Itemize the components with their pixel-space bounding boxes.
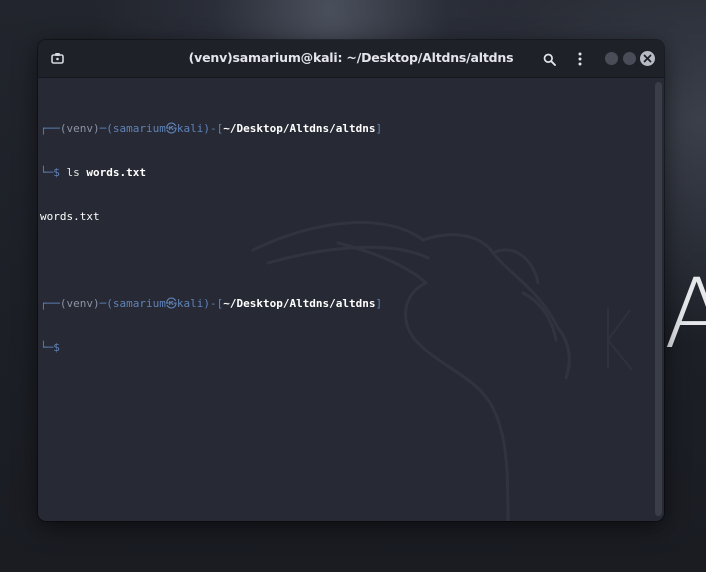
desktop: A (venv)samarium@kali: ~/Desktop/Altdns/… <box>0 0 706 572</box>
terminal-scrollbar[interactable] <box>655 82 662 516</box>
terminal-output: ┌──(venv)─(samarium㉿kali)-[~/Desktop/Alt… <box>40 93 382 385</box>
prompt-symbol: $ <box>53 165 60 179</box>
command-output: words.txt <box>40 209 100 223</box>
terminal-window[interactable]: (venv)samarium@kali: ~/Desktop/Altdns/al… <box>38 40 664 521</box>
current-path: ~/Desktop/Altdns/altdns <box>223 297 376 311</box>
prompt-frame: ┌── <box>40 297 60 311</box>
close-icon[interactable] <box>640 51 655 66</box>
prompt-frame: └─ <box>40 165 54 179</box>
venv-label: (venv) <box>59 297 100 311</box>
prompt-frame: ┌── <box>40 122 60 136</box>
search-icon[interactable] <box>540 50 558 68</box>
path-bracket-open: -[ <box>209 297 224 311</box>
prompt-symbol: $ <box>53 341 60 355</box>
maximize-button[interactable] <box>623 52 636 65</box>
prompt-frame: └─ <box>40 341 54 355</box>
path-bracket-open: -[ <box>209 122 224 136</box>
command-text: ls <box>66 165 80 179</box>
prompt-line-1-bottom: └─$ ls words.txt <box>40 166 382 181</box>
user-host: (samarium㉿kali) <box>106 122 210 136</box>
path-bracket-close: ] <box>375 122 383 136</box>
prompt-line-2-top: ┌──(venv)─(samarium㉿kali)-[~/Desktop/Alt… <box>40 297 382 312</box>
prompt-line-2-bottom: └─$ <box>40 341 382 356</box>
minimize-button[interactable] <box>605 52 618 65</box>
terminal-content[interactable]: ┌──(venv)─(samarium㉿kali)-[~/Desktop/Alt… <box>38 78 652 521</box>
prompt-line-1-top: ┌──(venv)─(samarium㉿kali)-[~/Desktop/Alt… <box>40 122 382 137</box>
current-path: ~/Desktop/Altdns/altdns <box>223 122 376 136</box>
kebab-menu-icon[interactable] <box>571 50 589 68</box>
venv-label: (venv) <box>59 122 100 136</box>
command-argument: words.txt <box>86 165 146 179</box>
wallpaper-kali-letter: A <box>664 258 706 370</box>
title-bar[interactable]: (venv)samarium@kali: ~/Desktop/Altdns/al… <box>38 40 664 78</box>
user-host: (samarium㉿kali) <box>106 297 210 311</box>
path-bracket-close: ] <box>375 297 383 311</box>
